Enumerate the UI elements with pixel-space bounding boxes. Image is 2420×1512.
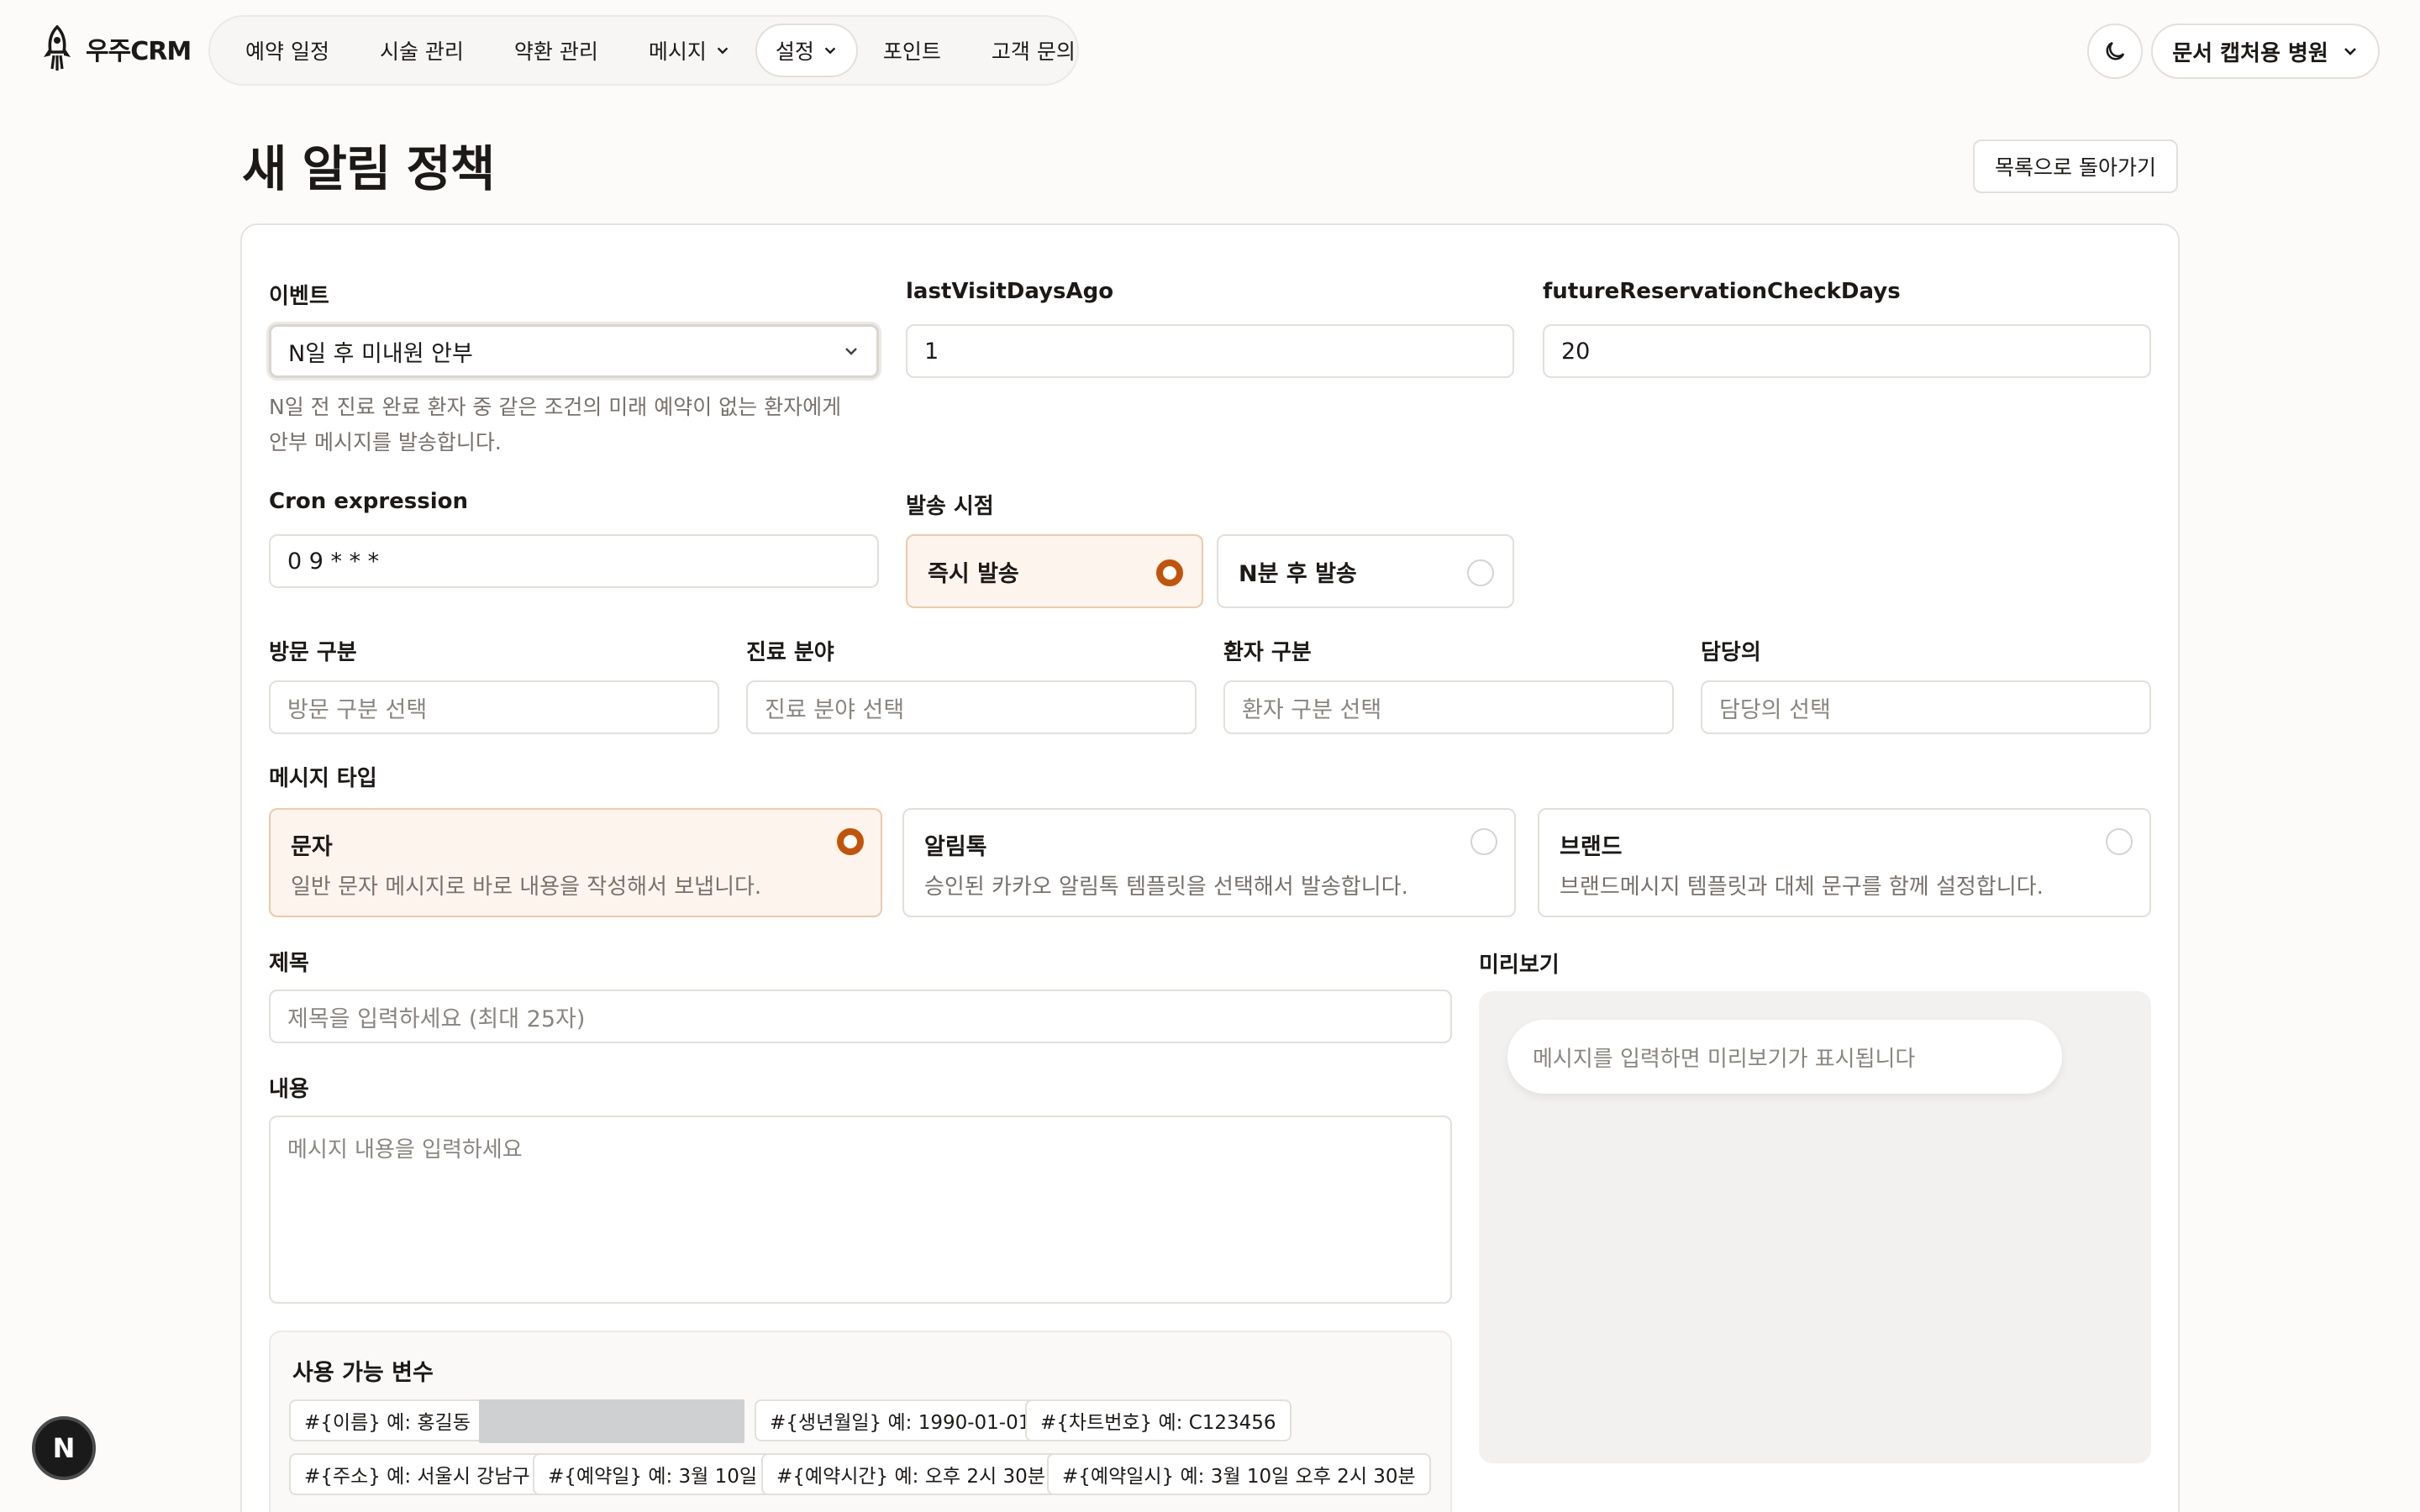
patient-type-label: 환자 구분: [1223, 640, 1312, 665]
variable-chip[interactable]: #{예약시간} 예: 오후 2시 30분: [761, 1453, 1060, 1495]
cron-label: Cron expression: [269, 489, 469, 514]
variables-panel: 사용 가능 변수 #{이름} 예: 홍길동 #{생년월일} 예: 1990-01…: [269, 1331, 1452, 1512]
theme-toggle-button[interactable]: [2087, 24, 2143, 79]
variable-chip[interactable]: #{주소} 예: 서울시 강남구: [289, 1453, 545, 1495]
message-type-alimtalk[interactable]: 알림톡 승인된 카카오 알림톡 템플릿을 선택해서 발송합니다.: [902, 808, 1516, 917]
chevron-down-icon: [717, 47, 729, 55]
placeholder-text: 환자 구분 선택: [1242, 696, 1382, 723]
preview-empty-text: 메시지를 입력하면 미리보기가 표시됩니다: [1533, 1046, 1916, 1072]
brand-name: 우주CRM: [86, 37, 192, 66]
last-visit-days-input[interactable]: 1: [906, 324, 1514, 378]
last-visit-label: lastVisitDaysAgo: [906, 279, 1114, 304]
department-select[interactable]: 진료 분야 선택: [746, 680, 1197, 734]
variable-chip[interactable]: #{차트번호} 예: C123456: [1025, 1399, 1292, 1441]
nav-item-settings[interactable]: 설정: [755, 24, 858, 77]
nav-label: 설정: [775, 39, 814, 64]
message-type-label: 메시지 타입: [269, 766, 377, 791]
event-label: 이벤트: [269, 284, 329, 309]
future-check-days-input[interactable]: 20: [1543, 324, 2151, 378]
page-title: 새 알림 정책: [242, 140, 495, 197]
main-nav: 예약 일정 시술 관리 약환 관리 메시지 설정 포인트 고객 문의: [208, 15, 1079, 86]
visit-type-label: 방문 구분: [269, 640, 357, 665]
doctor-label: 담당의: [1701, 640, 1761, 665]
preview-label: 미리보기: [1479, 953, 1560, 978]
placeholder-text: 방문 구분 선택: [287, 696, 428, 723]
doctor-select[interactable]: 담당의 선택: [1701, 680, 2151, 734]
variable-chip-redacted: [479, 1399, 744, 1443]
subject-input[interactable]: 제목을 입력하세요 (최대 25자): [269, 990, 1452, 1043]
future-check-value: 20: [1561, 338, 1591, 365]
nav-item-points[interactable]: 포인트: [858, 24, 966, 77]
chevron-down-icon: [845, 348, 857, 355]
nav-label: 포인트: [882, 39, 941, 64]
nav-label: 예약 일정: [245, 39, 329, 64]
option-desc: 브랜드메시지 템플릿과 대체 문구를 함께 설정합니다.: [1560, 874, 2044, 900]
nav-label: 약환 관리: [513, 39, 598, 64]
event-help-line: 안부 메시지를 발송합니다.: [269, 430, 502, 454]
option-title: 브랜드: [1560, 834, 1623, 860]
variables-title: 사용 가능 변수: [292, 1360, 434, 1386]
message-preview: 메시지를 입력하면 미리보기가 표시됩니다: [1479, 991, 2151, 1463]
chevron-down-icon: [2344, 48, 2356, 55]
rocket-icon: [44, 25, 71, 71]
variable-chip[interactable]: #{예약일시} 예: 3월 10일 오후 2시 30분: [1047, 1453, 1431, 1495]
visit-type-select[interactable]: 방문 구분 선택: [269, 680, 719, 734]
badge-letter: N: [52, 1432, 76, 1464]
event-help-text: N일 전 진료 완료 환자 중 같은 조건의 미래 예약이 없는 환자에게 안부…: [269, 390, 874, 460]
department-label: 진료 분야: [746, 640, 834, 665]
subject-label: 제목: [269, 951, 309, 976]
cron-expression-input[interactable]: 0 9 * * *: [269, 534, 879, 588]
radio-selected: [1156, 559, 1183, 586]
moon-icon: [2106, 41, 2125, 60]
message-type-sms[interactable]: 문자 일반 문자 메시지로 바로 내용을 작성해서 보냅니다.: [269, 808, 882, 917]
event-select[interactable]: N일 후 미내원 안부: [269, 324, 879, 378]
nav-item-refunds[interactable]: 약환 관리: [489, 24, 623, 77]
content-label: 내용: [269, 1077, 309, 1102]
send-immediate-option[interactable]: 즉시 발송: [906, 534, 1203, 608]
chevron-down-icon: [824, 47, 836, 55]
option-title: 알림톡: [924, 834, 987, 860]
radio-unselected: [1470, 828, 1497, 855]
nav-item-inquiries[interactable]: 고객 문의: [966, 24, 1101, 77]
variable-chip[interactable]: #{이름} 예: 홍길동: [289, 1399, 486, 1441]
radio-unselected: [2106, 828, 2133, 855]
last-visit-value: 1: [924, 338, 939, 365]
preview-bubble: 메시지를 입력하면 미리보기가 표시됩니다: [1507, 1020, 2062, 1094]
cron-value: 0 9 * * *: [287, 548, 380, 575]
message-type-brand[interactable]: 브랜드 브랜드메시지 템플릿과 대체 문구를 함께 설정합니다.: [1538, 808, 2151, 917]
nav-item-messages[interactable]: 메시지: [623, 24, 755, 77]
placeholder-text: 제목을 입력하세요 (최대 25자): [287, 1005, 586, 1032]
content-textarea[interactable]: 메시지 내용을 입력하세요: [269, 1116, 1452, 1304]
nav-item-procedures[interactable]: 시술 관리: [355, 24, 489, 77]
option-label: 즉시 발송: [928, 560, 1019, 587]
option-desc: 일반 문자 메시지로 바로 내용을 작성해서 보냅니다.: [291, 874, 762, 900]
event-help-line: N일 전 진료 완료 환자 중 같은 조건의 미래 예약이 없는 환자에게: [269, 395, 842, 419]
send-delayed-option[interactable]: N분 후 발송: [1217, 534, 1514, 608]
nav-label: 고객 문의: [991, 39, 1076, 64]
nav-item-reservations[interactable]: 예약 일정: [220, 24, 355, 77]
patient-type-select[interactable]: 환자 구분 선택: [1223, 680, 1674, 734]
variable-chip[interactable]: #{예약일} 예: 3월 10일: [533, 1453, 773, 1495]
back-to-list-button[interactable]: 목록으로 돌아가기: [1973, 139, 2178, 193]
variable-chip[interactable]: #{생년월일} 예: 1990-01-01: [755, 1399, 1046, 1441]
brand-logo[interactable]: 우주CRM: [37, 25, 192, 72]
nav-label: 시술 관리: [379, 39, 464, 64]
radio-selected: [837, 828, 864, 855]
option-desc: 승인된 카카오 알림톡 템플릿을 선택해서 발송합니다.: [924, 874, 1408, 900]
future-check-label: futureReservationCheckDays: [1543, 279, 1901, 304]
hospital-selector[interactable]: 문서 캡처용 병원: [2151, 24, 2380, 79]
placeholder-text: 메시지 내용을 입력하세요: [287, 1137, 523, 1163]
event-select-value: N일 후 미내원 안부: [288, 340, 473, 367]
nav-label: 메시지: [648, 39, 707, 64]
placeholder-text: 진료 분야 선택: [765, 696, 905, 723]
placeholder-text: 담당의 선택: [1719, 696, 1831, 723]
send-time-label: 발송 시점: [906, 494, 994, 519]
hospital-name: 문서 캡처용 병원: [2172, 40, 2328, 66]
top-header: 우주CRM 예약 일정 시술 관리 약환 관리 메시지 설정 포인트 고객 문의…: [0, 0, 2420, 99]
option-title: 문자: [291, 834, 333, 860]
nextjs-dev-badge[interactable]: N: [32, 1416, 96, 1480]
radio-unselected: [1467, 559, 1494, 586]
option-label: N분 후 발송: [1239, 560, 1357, 587]
